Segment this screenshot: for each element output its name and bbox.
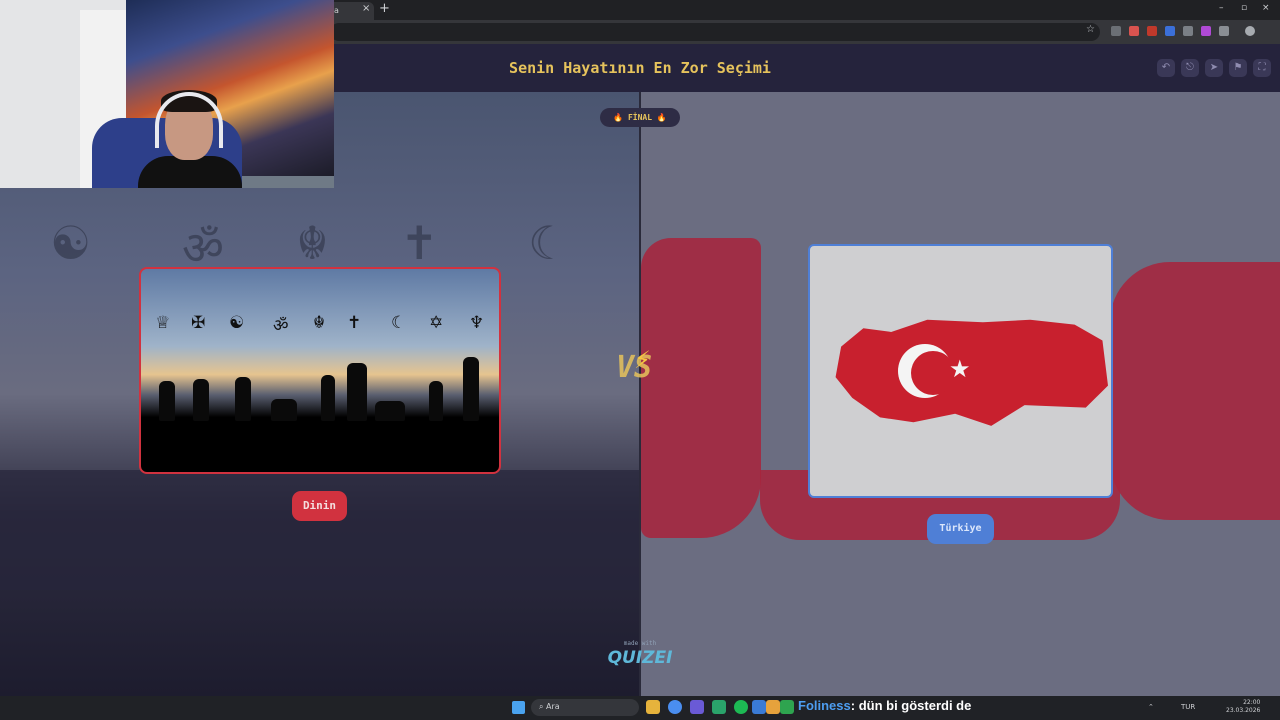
religious-symbol-icon: ☬ xyxy=(313,313,326,333)
religious-symbol-icon: ♆ xyxy=(469,313,485,333)
app-icon[interactable] xyxy=(752,700,766,714)
minimize-button[interactable]: – xyxy=(1219,3,1224,13)
new-tab-button[interactable]: + xyxy=(379,1,390,16)
extension-icon[interactable] xyxy=(1147,26,1157,36)
round-badge: 🔥 FİNAL 🔥 xyxy=(600,108,680,127)
taskbar xyxy=(0,696,1280,720)
background-silhouettes xyxy=(0,470,639,590)
religious-symbol-icon: ✡ xyxy=(429,313,444,333)
praying-silhouette xyxy=(375,401,405,421)
extension-icon[interactable] xyxy=(1165,26,1175,36)
extension-icon[interactable] xyxy=(1129,26,1139,36)
close-window-button[interactable]: × xyxy=(1262,3,1270,13)
extension-icon[interactable] xyxy=(1111,26,1121,36)
background-symbol: ☾ xyxy=(528,216,570,270)
left-option-image[interactable]: ♕ ✠ ☯ ॐ ☬ ✝ ☾ ✡ ♆ xyxy=(139,267,501,474)
streamer-body xyxy=(138,156,242,188)
language-indicator[interactable]: TUR xyxy=(1181,703,1195,711)
chat-overlay: Foliness: dün bi gösterdi de xyxy=(798,698,971,713)
chat-username: Foliness xyxy=(798,698,851,713)
clock[interactable]: 22:00 23.03.2026 xyxy=(1226,699,1260,715)
app-icon[interactable] xyxy=(712,700,726,714)
bookmark-star-icon[interactable]: ☆ xyxy=(1086,24,1095,35)
chat-message: : dün bi gösterdi de xyxy=(850,698,972,713)
tab-close-icon[interactable]: × xyxy=(362,3,370,14)
extension-icon[interactable] xyxy=(1183,26,1193,36)
religious-symbol-icon: ✝ xyxy=(347,313,362,333)
share-icon[interactable]: ⎋ xyxy=(1181,59,1199,77)
praying-silhouette xyxy=(321,375,335,421)
praying-silhouette xyxy=(235,377,251,421)
praying-silhouette xyxy=(193,379,209,421)
praying-silhouette xyxy=(463,357,479,421)
webcam-overlay xyxy=(0,0,334,188)
file-explorer-icon[interactable] xyxy=(646,700,660,714)
background-symbol: ☯ xyxy=(50,216,92,270)
religious-symbol-icon: ♕ xyxy=(155,313,171,333)
search-placeholder: Ara xyxy=(546,702,560,711)
app-icon[interactable] xyxy=(690,700,704,714)
tray-overflow-icon[interactable]: ⌃ xyxy=(1148,703,1154,711)
app-icon[interactable] xyxy=(766,700,780,714)
left-option-label[interactable]: Dinin xyxy=(292,491,347,521)
extension-icon[interactable] xyxy=(1201,26,1211,36)
spotify-icon[interactable] xyxy=(734,700,748,714)
clock-date: 23.03.2026 xyxy=(1226,707,1261,714)
brand-logo[interactable]: QUIZEI xyxy=(606,648,674,668)
praying-silhouette xyxy=(271,399,297,421)
chrome-icon[interactable] xyxy=(668,700,682,714)
right-option-label[interactable]: Türkiye xyxy=(927,514,994,544)
religious-symbol-icon: ॐ xyxy=(273,316,289,336)
praying-silhouette xyxy=(159,381,175,421)
made-with-text: made with xyxy=(623,640,657,647)
app-icon[interactable] xyxy=(780,700,794,714)
screen: a × + – ▫ × ☆ Senin Hayatının En Zor Seç… xyxy=(0,0,1280,720)
praying-silhouette xyxy=(347,363,367,421)
maximize-button[interactable]: ▫ xyxy=(1241,3,1247,13)
religious-symbol-icon: ✠ xyxy=(191,313,206,333)
fullscreen-icon[interactable]: ⛶ xyxy=(1253,59,1271,77)
profile-avatar[interactable] xyxy=(1245,26,1255,36)
background-symbol: ✝ xyxy=(400,216,439,270)
address-bar[interactable] xyxy=(330,23,1100,41)
tab-title: a xyxy=(334,6,339,15)
undo-icon[interactable]: ↶ xyxy=(1157,59,1175,77)
religious-symbol-icon: ☾ xyxy=(391,313,407,333)
clock-time: 22:00 xyxy=(1243,699,1261,706)
background-map-shape xyxy=(1110,262,1280,520)
background-symbol: ☬ xyxy=(296,216,329,270)
extensions-puzzle-icon[interactable] xyxy=(1219,26,1229,36)
windows-start-icon[interactable] xyxy=(512,701,525,714)
religious-symbol-icon: ☯ xyxy=(229,313,245,333)
send-icon[interactable]: ➤ xyxy=(1205,59,1223,77)
lightning-icon: ⚡ xyxy=(634,346,651,374)
taskbar-search[interactable]: ⌕ Ara xyxy=(531,699,639,716)
right-option-image[interactable]: ★ xyxy=(808,244,1113,498)
star-icon: ★ xyxy=(949,355,971,383)
praying-silhouette xyxy=(429,381,443,421)
flag-icon[interactable]: ⚑ xyxy=(1229,59,1247,77)
